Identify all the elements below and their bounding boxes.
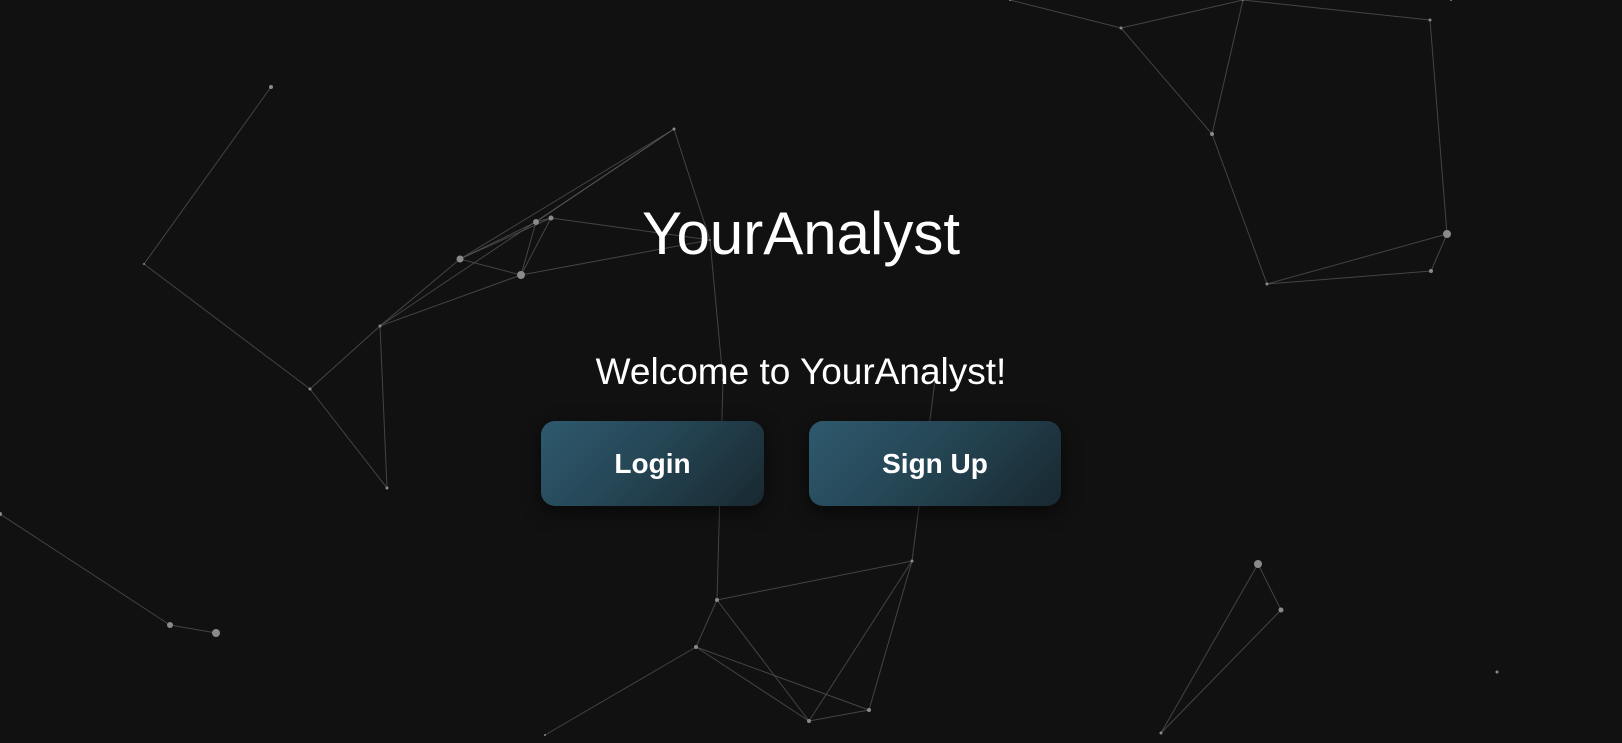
landing-page: YourAnalyst Welcome to YourAnalyst! Logi… xyxy=(0,0,1622,743)
login-button[interactable]: Login xyxy=(541,421,764,506)
app-title: YourAnalyst xyxy=(642,200,960,267)
welcome-message: Welcome to YourAnalyst! xyxy=(595,351,1007,392)
signup-button[interactable]: Sign Up xyxy=(809,421,1061,506)
